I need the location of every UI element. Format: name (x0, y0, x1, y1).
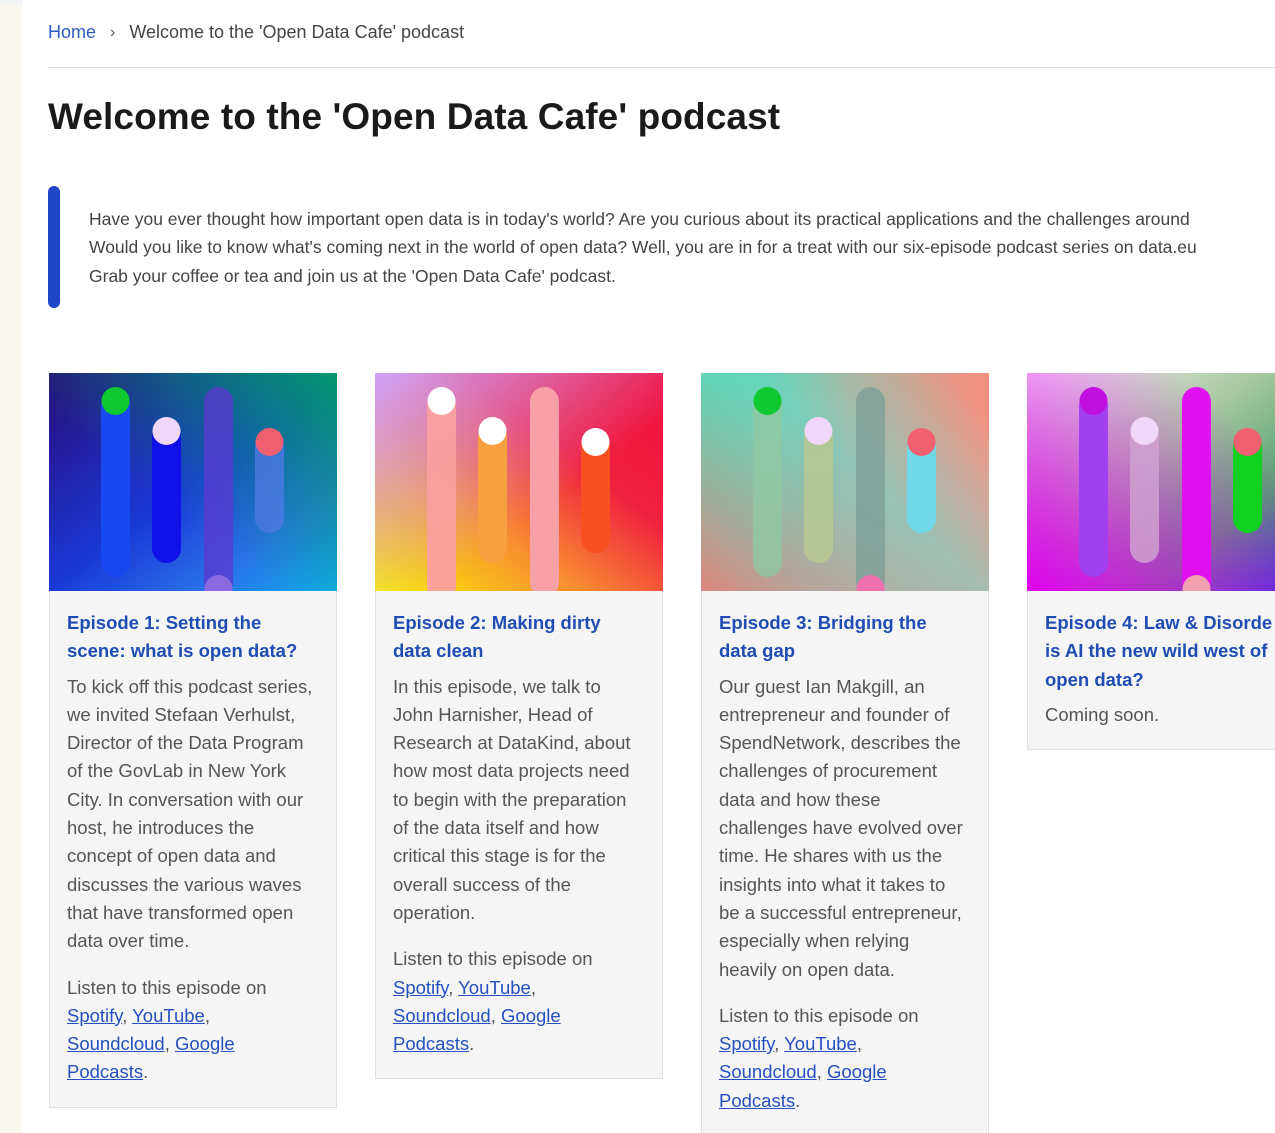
title-line[interactable]: Episode 3: Bridging the (719, 612, 927, 633)
page-content: Home › Welcome to the 'Open Data Cafe' p… (22, 0, 1275, 1133)
episode-4-art (1027, 373, 1275, 591)
desc-line: overall success of the (393, 873, 571, 895)
episode-3-cover-image (701, 373, 989, 591)
episode-1-art (49, 373, 337, 591)
desc-line: time. He shares with us the (719, 845, 943, 867)
title-line[interactable]: Episode 1: Setting the (67, 612, 261, 633)
desc-line: entrepreneur and founder of (719, 703, 950, 725)
desc-line: we invited Stefaan Verhulst, (67, 703, 296, 725)
desc-line: insights into what it takes to (719, 873, 946, 895)
episode-card-2: Episode 2: Making dirty data clean In th… (375, 373, 663, 1080)
episode-1-title[interactable]: Episode 1: Setting the scene: what is op… (67, 609, 319, 666)
youtube-link[interactable]: YouTube (784, 1033, 857, 1054)
desc-line: City. In conversation with our (67, 788, 304, 810)
title-line[interactable]: is AI the new wild west of (1045, 640, 1267, 661)
desc-line: In this episode, we talk to (393, 675, 601, 697)
desc-line: Coming soon. (1045, 703, 1160, 725)
episode-card-1: Episode 1: Setting the scene: what is op… (49, 373, 337, 1108)
desc-line: Our guest Ian Makgill, an (719, 675, 925, 697)
episode-card-3: Episode 3: Bridging the data gap Our gue… (701, 373, 989, 1133)
intro-line: Have you ever thought how important open… (89, 209, 1190, 229)
breadcrumb-current: Welcome to the 'Open Data Cafe' podcast (129, 22, 465, 42)
desc-line: Research at DataKind, about (393, 732, 631, 754)
episode-card-4: Episode 4: Law & Disorde is AI the new w… (1027, 373, 1275, 751)
intro-line: Would you like to know what's coming nex… (89, 237, 1197, 258)
desc-line: data and how these (719, 788, 881, 810)
desc-line: challenges of procurement (719, 760, 938, 782)
desc-line: John Harnisher, Head of (393, 703, 593, 725)
episode-2-art (375, 373, 663, 591)
intro-text: Have you ever thought how important open… (89, 205, 1275, 290)
soundcloud-link[interactable]: Soundcloud (67, 1033, 165, 1054)
title-line[interactable]: data gap (719, 640, 795, 661)
episode-2-listen: Listen to this episode on Spotify, YouTu… (393, 948, 593, 1055)
youtube-link[interactable]: YouTube (458, 977, 531, 998)
title-line[interactable]: Episode 2: Making dirty (393, 612, 601, 633)
google-link-text[interactable]: Google (501, 1005, 561, 1026)
desc-line: to begin with the preparation (393, 788, 627, 810)
spotify-link[interactable]: Spotify (67, 1005, 122, 1026)
podcasts-link-text[interactable]: Podcasts (393, 1033, 469, 1054)
desc-line: that have transformed open (67, 901, 294, 923)
desc-line: challenges have evolved over (719, 817, 963, 839)
desc-line: SpendNetwork, describes the (719, 732, 961, 754)
desc-line: critical this stage is for the (393, 845, 606, 867)
episode-1-listen: Listen to this episode on Spotify, YouTu… (67, 976, 267, 1083)
desc-line: To kick off this podcast series, (67, 675, 313, 697)
breadcrumb: Home › Welcome to the 'Open Data Cafe' p… (48, 22, 464, 43)
breadcrumb-home-link[interactable]: Home (48, 22, 96, 43)
google-link-text[interactable]: Google (175, 1033, 235, 1054)
episode-3-title[interactable]: Episode 3: Bridging the data gap (719, 609, 971, 666)
listen-label: Listen to this episode on (67, 976, 267, 998)
title-line[interactable]: scene: what is open data? (67, 640, 297, 661)
desc-line: heavily on open data. (719, 958, 895, 980)
episode-4-description: Coming soon. (1045, 701, 1275, 729)
episode-4-cover-image (1027, 373, 1275, 591)
desc-line: host, he introduces the (67, 817, 255, 839)
intro-callout: Have you ever thought how important open… (48, 186, 1275, 308)
title-line[interactable]: Episode 4: Law & Disorde (1045, 612, 1272, 633)
desc-line: how most data projects need (393, 760, 630, 782)
breadcrumb-separator-icon: › (110, 23, 116, 41)
podcasts-link-text[interactable]: Podcasts (719, 1090, 795, 1111)
desc-line: of the data itself and how (393, 817, 599, 839)
page-title: Welcome to the 'Open Data Cafe' podcast (48, 96, 781, 137)
episode-3-art (701, 373, 989, 591)
callout-accent-bar (48, 186, 60, 308)
listen-label: Listen to this episode on (393, 948, 593, 970)
episode-4-title[interactable]: Episode 4: Law & Disorde is AI the new w… (1045, 609, 1275, 694)
youtube-link[interactable]: YouTube (132, 1005, 205, 1026)
desc-line: operation. (393, 901, 476, 923)
divider (48, 67, 1275, 68)
episode-2-title[interactable]: Episode 2: Making dirty data clean (393, 609, 645, 666)
title-line[interactable]: data clean (393, 640, 484, 661)
episode-3-listen: Listen to this episode on Spotify, YouTu… (719, 1004, 919, 1111)
episode-2-cover-image (375, 373, 663, 591)
title-line[interactable]: open data? (1045, 669, 1144, 690)
spotify-link[interactable]: Spotify (719, 1033, 774, 1054)
soundcloud-link[interactable]: Soundcloud (719, 1061, 817, 1082)
soundcloud-link[interactable]: Soundcloud (393, 1005, 491, 1026)
desc-line: of the GovLab in New York (67, 760, 287, 782)
google-link-text[interactable]: Google (827, 1061, 887, 1082)
episode-1-cover-image (49, 373, 337, 591)
desc-line: concept of open data and (67, 845, 276, 867)
listen-label: Listen to this episode on (719, 1004, 919, 1026)
intro-line: Grab your coffee or tea and join us at t… (89, 265, 616, 286)
desc-line: Director of the Data Program (67, 732, 304, 754)
podcasts-link-text[interactable]: Podcasts (67, 1061, 143, 1082)
desc-line: data over time. (67, 930, 190, 952)
episode-1-description: To kick off this podcast series, we invi… (67, 673, 319, 956)
desc-line: discusses the various waves (67, 873, 302, 895)
desc-line: be a successful entrepreneur, (719, 901, 962, 923)
episode-2-description: In this episode, we talk to John Harnish… (393, 673, 645, 928)
spotify-link[interactable]: Spotify (393, 977, 448, 998)
desc-line: especially when relying (719, 930, 910, 952)
episode-3-description: Our guest Ian Makgill, an entrepreneur a… (719, 673, 971, 984)
